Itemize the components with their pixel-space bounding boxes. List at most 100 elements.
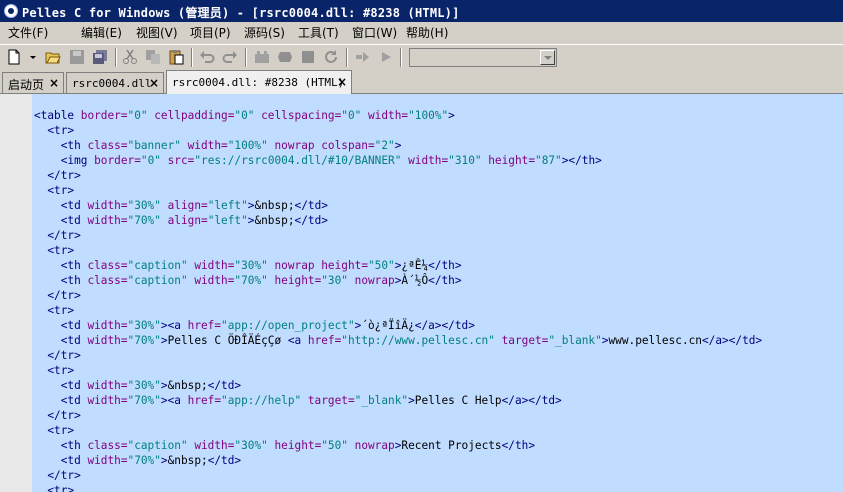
paste-icon[interactable] — [168, 49, 184, 65]
code-token: width= — [180, 139, 228, 152]
code-token: > — [160, 334, 168, 347]
stop-icon[interactable] — [300, 49, 316, 65]
run-icon[interactable] — [378, 49, 394, 65]
undo-icon[interactable] — [199, 49, 215, 65]
code-token: "_blank" — [354, 394, 409, 407]
code-token: &nbsp; — [167, 379, 208, 392]
chevron-down-icon[interactable] — [540, 50, 555, 65]
code-token: nowrap colspan= — [267, 139, 375, 152]
code-line: <td width="70%"><a href="app://help" tar… — [34, 393, 562, 408]
close-icon[interactable]: × — [337, 75, 347, 89]
code-token: cellpadding= — [147, 109, 235, 122]
code-token: align= — [160, 199, 208, 212]
code-token: > — [160, 454, 168, 467]
menu-source[interactable]: 源码(S) — [244, 25, 285, 41]
tab-rsrc-dll[interactable]: rsrc0004.dll × — [66, 72, 164, 93]
code-token: <td — [60, 394, 88, 407]
tab-label: 启动页 — [8, 78, 45, 92]
tab-rsrc-html[interactable]: rsrc0004.dll: #8238 (HTML) × — [166, 70, 352, 94]
open-folder-icon[interactable] — [45, 49, 61, 65]
code-token: width= — [87, 199, 128, 212]
build-icon[interactable] — [277, 49, 293, 65]
code-token: "left" — [207, 214, 248, 227]
save-all-icon[interactable] — [92, 49, 108, 65]
menu-file[interactable]: 文件(F) — [8, 25, 48, 41]
code-token: "50" — [368, 259, 395, 272]
code-token: class= — [87, 439, 128, 452]
new-file-icon[interactable] — [6, 49, 22, 65]
code-token: "2" — [374, 139, 395, 152]
tab-label: rsrc0004.dll: #8238 (HTML) — [172, 76, 345, 89]
redo-icon[interactable] — [222, 49, 238, 65]
code-editor[interactable]: <table border="0" cellpadding="0" cellsp… — [0, 94, 843, 492]
code-token: "res://rsrc0004.dll/#10/BANNER" — [194, 154, 402, 167]
code-token: > — [160, 379, 168, 392]
code-token: > — [394, 139, 402, 152]
copy-icon[interactable] — [145, 49, 161, 65]
code-token: width= — [87, 214, 128, 227]
code-token: &nbsp; — [167, 454, 208, 467]
code-token: nowrap height= — [267, 259, 368, 272]
save-icon[interactable] — [69, 49, 85, 65]
step-icon[interactable] — [355, 49, 371, 65]
menu-tools[interactable]: 工具(T) — [298, 25, 339, 41]
code-line: <th class="caption" width="70%" height="… — [34, 273, 462, 288]
code-token: "70%" — [127, 394, 161, 407]
tab-start-page[interactable]: 启动页 × — [2, 72, 64, 93]
toolbar-combo[interactable] — [409, 48, 557, 67]
code-area[interactable]: <table border="0" cellpadding="0" cellsp… — [32, 94, 843, 492]
menu-project[interactable]: 项目(P) — [190, 25, 231, 41]
menu-edit[interactable]: 编辑(E) — [81, 25, 122, 41]
menu-window[interactable]: 窗口(W) — [352, 25, 397, 41]
toolbar — [0, 44, 843, 70]
code-token: "30%" — [127, 379, 161, 392]
compile-icon[interactable] — [254, 49, 270, 65]
close-icon[interactable]: × — [149, 76, 159, 90]
cut-icon[interactable] — [122, 49, 138, 65]
code-token: height= — [267, 274, 322, 287]
menu-view[interactable]: 视图(V) — [136, 25, 178, 41]
code-token: "70%" — [127, 454, 161, 467]
code-token: href= — [187, 394, 222, 407]
code-line: <tr> — [34, 363, 74, 378]
code-token: </td> — [294, 199, 328, 212]
code-token: "100%" — [408, 109, 449, 122]
code-token: &nbsp; — [254, 214, 295, 227]
code-token: <td — [60, 319, 88, 332]
close-icon[interactable]: × — [49, 76, 59, 90]
dropdown-arrow-icon[interactable] — [28, 49, 38, 65]
code-token: "30" — [321, 274, 348, 287]
code-token: <tr> — [47, 244, 75, 257]
code-token: "70%" — [127, 334, 161, 347]
code-token: "30%" — [234, 259, 268, 272]
code-token: width= — [187, 439, 235, 452]
rebuild-icon[interactable] — [323, 49, 339, 65]
code-token: <th — [60, 439, 88, 452]
code-token: "30%" — [127, 199, 161, 212]
code-token: border= — [80, 109, 128, 122]
code-token: <th — [60, 274, 88, 287]
code-token: </th> — [428, 259, 462, 272]
code-token: "30%" — [234, 439, 268, 452]
code-token: </tr> — [47, 349, 81, 362]
code-token: > — [448, 109, 455, 122]
code-token: height= — [481, 154, 536, 167]
code-token: > — [408, 394, 415, 407]
code-line: </tr> — [34, 168, 80, 183]
code-token: </th> — [501, 439, 536, 452]
code-line: <tr> — [34, 423, 74, 438]
code-line: <th class="caption" width="30%" nowrap h… — [34, 258, 462, 273]
menu-help[interactable]: 帮助(H) — [406, 25, 448, 41]
app-icon[interactable] — [4, 4, 18, 18]
code-token: <th — [60, 139, 88, 152]
code-token: "310" — [448, 154, 482, 167]
